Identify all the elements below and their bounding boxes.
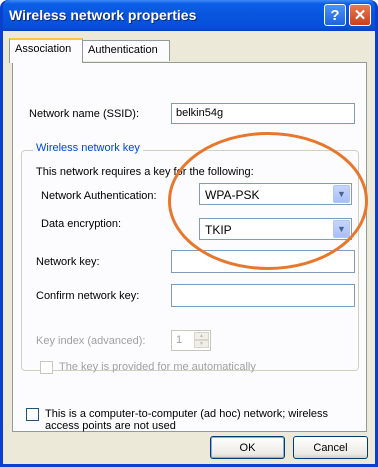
tab-association[interactable]: Association <box>9 38 83 63</box>
close-button[interactable]: ✕ <box>349 4 371 26</box>
ssid-value: belkin54g <box>176 107 224 119</box>
title-bar[interactable]: Wireless network properties ? ✕ <box>3 0 375 31</box>
dialog-window: Wireless network properties ? ✕ Associat… <box>0 0 378 467</box>
tab-association-label: Association <box>15 43 72 55</box>
network-auth-dropdown[interactable]: WPA-PSK ▼ <box>199 183 352 205</box>
cancel-button[interactable]: Cancel <box>293 436 368 459</box>
chevron-down-icon[interactable]: ▼ <box>333 185 350 203</box>
data-encryption-value: TKIP <box>205 223 232 237</box>
adhoc-label-line1: This is a computer-to-computer (ad hoc) … <box>45 408 329 420</box>
requires-key-text: This network requires a key for the foll… <box>36 166 254 178</box>
ok-button-label: OK <box>239 441 256 454</box>
ssid-input[interactable]: belkin54g <box>171 103 355 124</box>
network-auth-label: Network Authentication: <box>41 190 157 202</box>
key-index-value: 1 <box>176 334 183 346</box>
adhoc-checkbox[interactable] <box>26 408 39 421</box>
association-panel: Network name (SSID): belkin54g Wireless … <box>12 62 367 432</box>
ssid-label: Network name (SSID): <box>29 108 140 120</box>
ok-button[interactable]: OK <box>210 436 285 459</box>
auto-key-label: The key is provided for me automatically <box>59 361 256 373</box>
help-icon: ? <box>330 6 340 24</box>
data-encryption-label: Data encryption: <box>41 218 122 230</box>
adhoc-label-line2: access points are not used <box>45 420 176 432</box>
auto-key-checkbox[interactable] <box>40 361 53 374</box>
tab-authentication[interactable]: Authentication <box>82 40 170 61</box>
key-index-label: Key index (advanced): <box>36 335 146 347</box>
spin-up-icon[interactable]: ▲ <box>194 332 209 340</box>
data-encryption-dropdown[interactable]: TKIP ▼ <box>199 218 352 240</box>
chevron-down-icon[interactable]: ▼ <box>333 220 350 238</box>
wireless-key-group-title: Wireless network key <box>33 142 143 154</box>
help-button[interactable]: ? <box>324 4 346 26</box>
spin-down-icon[interactable]: ▼ <box>194 340 209 348</box>
dialog-client-area: Association Authentication Network name … <box>3 31 375 464</box>
confirm-key-label: Confirm network key: <box>36 290 140 302</box>
key-index-spinner[interactable]: 1 ▲ ▼ <box>171 330 211 351</box>
confirm-key-input[interactable] <box>171 284 355 307</box>
tab-authentication-label: Authentication <box>88 44 158 56</box>
close-icon: ✕ <box>353 7 367 24</box>
window-title: Wireless network properties <box>9 7 197 23</box>
network-auth-value: WPA-PSK <box>205 188 260 202</box>
spinner-buttons[interactable]: ▲ ▼ <box>194 332 209 349</box>
network-key-input[interactable] <box>171 250 355 273</box>
cancel-button-label: Cancel <box>313 441 348 454</box>
network-key-label: Network key: <box>36 256 100 268</box>
